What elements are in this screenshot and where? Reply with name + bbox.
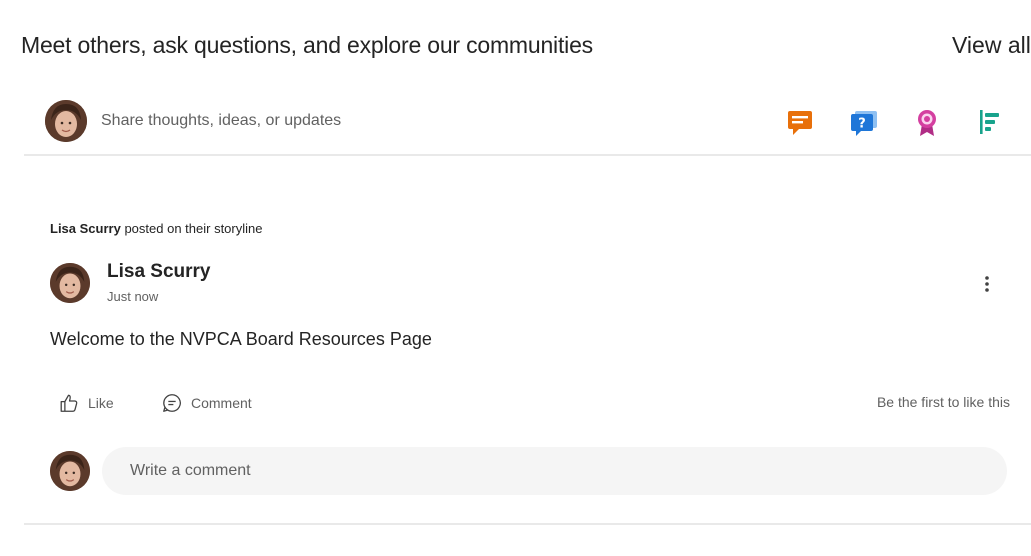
comment-label: Comment <box>191 395 252 411</box>
post-context: Lisa Scurry posted on their storyline <box>50 221 262 236</box>
author-avatar[interactable] <box>50 263 90 303</box>
post-actions: Like Comment Be the first to like this <box>50 389 1010 417</box>
question-icon[interactable]: ? <box>848 106 880 138</box>
like-status: Be the first to like this <box>876 394 1010 410</box>
comment-row: Write a comment <box>50 445 1007 497</box>
storyline-post: Lisa Scurry posted on their storyline Li… <box>24 205 1031 525</box>
comment-input[interactable]: Write a comment <box>102 447 1007 495</box>
context-text: posted on their storyline <box>124 221 263 236</box>
feed-page: Meet others, ask questions, and explore … <box>0 0 1031 556</box>
post-timestamp[interactable]: Just now <box>107 289 158 304</box>
context-author-link[interactable]: Lisa Scurry <box>50 221 121 236</box>
view-all-link[interactable]: View all <box>952 28 1031 62</box>
avatar <box>50 451 90 491</box>
post-author-name[interactable]: Lisa Scurry <box>107 261 211 283</box>
comment-icon <box>163 394 181 412</box>
more-options-button[interactable] <box>977 271 997 297</box>
like-button[interactable]: Like <box>58 389 114 417</box>
svg-text:?: ? <box>858 117 866 132</box>
comment-button[interactable]: Comment <box>161 389 252 417</box>
share-thoughts-input[interactable]: Share thoughts, ideas, or updates <box>101 109 341 133</box>
poll-icon[interactable] <box>973 106 1005 138</box>
header-title: Meet others, ask questions, and explore … <box>21 32 593 58</box>
praise-icon[interactable] <box>784 106 816 138</box>
post-body: Welcome to the NVPCA Board Resources Pag… <box>50 329 432 349</box>
post-composer: Share thoughts, ideas, or updates ? <box>24 94 1031 156</box>
like-label: Like <box>88 395 114 411</box>
communities-header: Meet others, ask questions, and explore … <box>21 28 1031 62</box>
avatar <box>45 100 87 142</box>
praise-badge-icon[interactable] <box>911 106 943 138</box>
more-vertical-icon <box>985 276 989 292</box>
thumbs-up-icon <box>60 394 78 412</box>
